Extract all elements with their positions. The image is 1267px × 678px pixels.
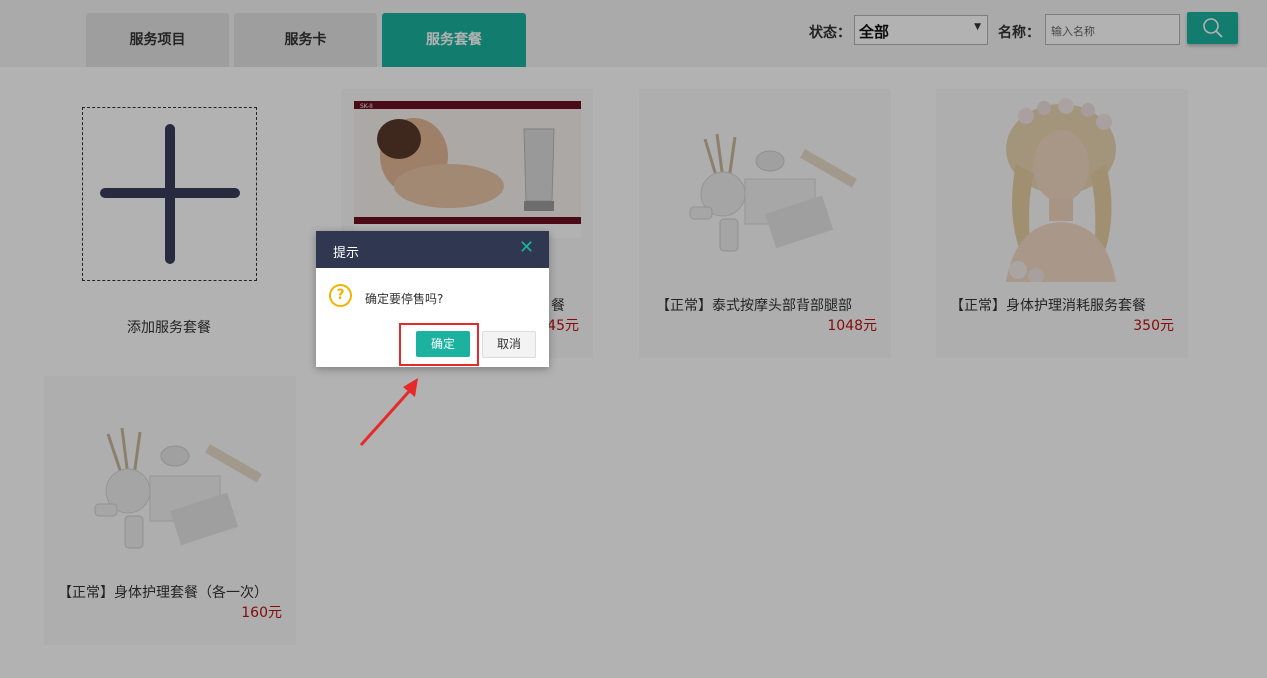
annotation-arrow-icon: [359, 378, 418, 447]
annotation-highlight-box: [399, 323, 479, 366]
modal-overlay: [0, 0, 1267, 678]
cancel-button[interactable]: 取消: [482, 331, 536, 358]
close-icon[interactable]: ✕: [519, 239, 534, 257]
dialog-header: 提示 ✕: [316, 231, 549, 268]
dialog-message: 确定要停售吗?: [365, 292, 444, 306]
dialog-title: 提示: [333, 246, 360, 261]
question-icon: ?: [329, 284, 352, 307]
